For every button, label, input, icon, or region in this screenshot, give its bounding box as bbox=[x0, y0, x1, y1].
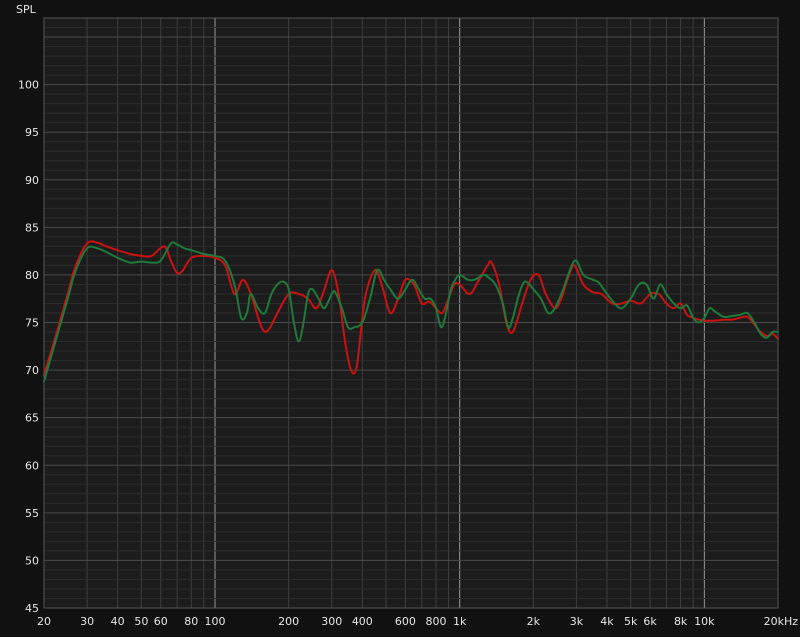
x-tick-label: 800 bbox=[425, 615, 446, 628]
y-tick-label: 80 bbox=[25, 269, 39, 282]
x-tick-label: 10k bbox=[694, 615, 715, 628]
x-tick-label: 2k bbox=[527, 615, 541, 628]
chart-canvas: 20 30 40 50 60 80 100 200 300 400 600 800 1k 2k 3k 4k 5k… bbox=[16, 3, 799, 628]
x-tick-label: 300 bbox=[321, 615, 342, 628]
y-tick-label: 60 bbox=[25, 459, 39, 472]
y-axis-title: SPL bbox=[16, 3, 37, 16]
x-tick-label: 5k bbox=[624, 615, 638, 628]
x-tick-label: 600 bbox=[395, 615, 416, 628]
x-tick-label: 30 bbox=[80, 615, 94, 628]
x-tick-label: 400 bbox=[352, 615, 373, 628]
x-tick-label: 100 bbox=[205, 615, 226, 628]
x-tick-label: 4k bbox=[600, 615, 614, 628]
x-tick-label: 20 bbox=[37, 615, 51, 628]
x-tick-label: 1k bbox=[453, 615, 467, 628]
y-tick-label: 55 bbox=[25, 507, 39, 520]
x-tick-label: 20kHz bbox=[764, 615, 799, 628]
y-tick-label: 75 bbox=[25, 317, 39, 330]
y-tick-label: 45 bbox=[25, 602, 39, 615]
x-tick-label: 200 bbox=[278, 615, 299, 628]
y-tick-label: 65 bbox=[25, 412, 39, 425]
x-tick-label: 6k bbox=[643, 615, 657, 628]
y-tick-label: 70 bbox=[25, 364, 39, 377]
y-tick-label: 50 bbox=[25, 554, 39, 567]
y-tick-label: 90 bbox=[25, 174, 39, 187]
y-tick-label: 85 bbox=[25, 221, 39, 234]
x-tick-label: 60 bbox=[154, 615, 168, 628]
frequency-response-chart: 20 30 40 50 60 80 100 200 300 400 600 800 1k 2k 3k 4k 5k… bbox=[0, 0, 800, 632]
x-tick-label: 8k bbox=[674, 615, 688, 628]
x-tick-label: 80 bbox=[184, 615, 198, 628]
y-tick-label: 95 bbox=[25, 126, 39, 139]
x-tick-label: 50 bbox=[134, 615, 148, 628]
x-tick-label: 3k bbox=[570, 615, 584, 628]
x-tick-label: 40 bbox=[111, 615, 125, 628]
y-tick-label: 100 bbox=[18, 79, 39, 92]
